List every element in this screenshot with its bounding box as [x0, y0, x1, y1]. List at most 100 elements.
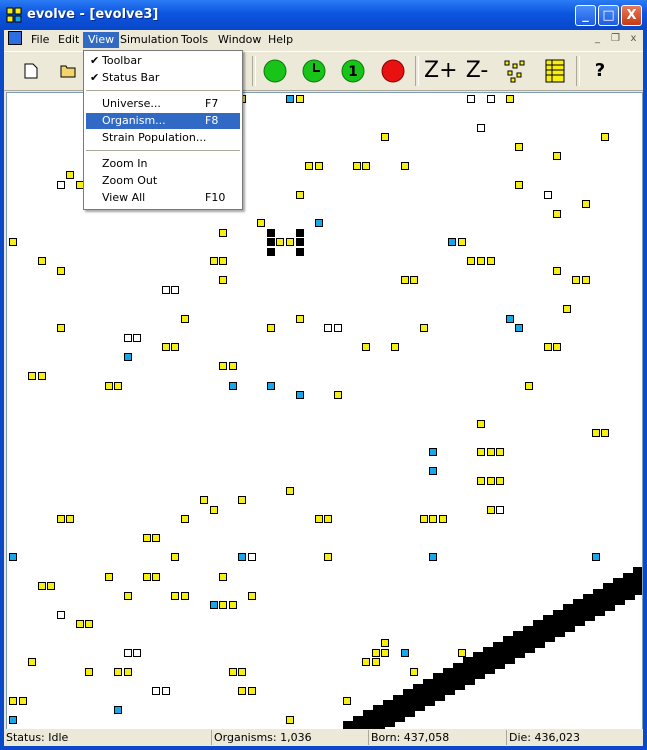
organism-cell[interactable] [582, 200, 590, 209]
menu-item-strain-population[interactable]: Strain Population... [86, 130, 240, 146]
organism-cell[interactable] [343, 696, 352, 705]
organism-cell[interactable] [161, 687, 170, 696]
organism-cell[interactable] [285, 715, 294, 724]
organism-cell[interactable] [56, 324, 65, 333]
timer-button[interactable] [301, 58, 327, 84]
organism-cell[interactable] [505, 95, 514, 103]
organism-cell[interactable] [314, 161, 323, 170]
open-button[interactable] [56, 58, 82, 84]
organism-cell[interactable] [467, 95, 476, 103]
organism-cell[interactable] [448, 238, 457, 247]
organism-cell[interactable] [371, 648, 380, 657]
organism-cell[interactable] [152, 534, 161, 543]
organism-cell[interactable] [295, 95, 304, 103]
organism-cell[interactable] [123, 668, 132, 676]
organism-cell[interactable] [476, 419, 485, 428]
organism-cell[interactable] [219, 276, 228, 285]
organism-cell[interactable] [85, 620, 94, 629]
help-button[interactable]: ? [587, 58, 613, 84]
organism-cell[interactable] [515, 324, 524, 333]
organism-cell[interactable] [496, 505, 505, 514]
organism-cell[interactable] [37, 371, 46, 380]
organism-cell[interactable] [381, 133, 390, 142]
organism-cell[interactable] [171, 591, 180, 600]
organism-cell[interactable] [572, 276, 581, 285]
organism-cell[interactable] [486, 95, 495, 103]
organism-cell[interactable] [209, 257, 218, 266]
organism-cell[interactable] [219, 257, 228, 266]
organism-cell[interactable] [228, 668, 237, 676]
organism-cell[interactable] [171, 553, 180, 562]
organism-cell[interactable] [410, 276, 419, 285]
organism-cell[interactable] [496, 477, 505, 485]
organism-cell[interactable] [362, 343, 371, 352]
organism-cell[interactable] [324, 553, 333, 562]
organism-cell[interactable] [601, 133, 610, 142]
organism-cell[interactable] [85, 668, 94, 676]
organism-cell[interactable] [238, 687, 247, 696]
document-icon[interactable] [8, 31, 22, 45]
organism-cell[interactable] [228, 381, 237, 390]
title-bar[interactable]: evolve - [evolve3] _ □ X [0, 0, 647, 30]
organism-cell[interactable] [457, 238, 466, 247]
organism-cell[interactable] [238, 668, 247, 676]
organism-cell[interactable] [9, 715, 17, 724]
organism-cell[interactable] [524, 381, 533, 390]
organism-cell[interactable] [219, 601, 228, 610]
organism-cell[interactable] [476, 477, 485, 485]
organism-cell[interactable] [476, 123, 485, 132]
organism-cell[interactable] [486, 448, 495, 457]
organism-cell[interactable] [104, 381, 113, 390]
organism-cell[interactable] [209, 601, 218, 610]
organism-cell[interactable] [429, 553, 438, 562]
organism-cell[interactable] [362, 161, 371, 170]
organism-cluster-segment[interactable] [633, 567, 642, 590]
organism-cell[interactable] [200, 496, 208, 505]
selected-organism-cell[interactable] [295, 228, 304, 237]
organism-cell[interactable] [333, 391, 342, 400]
organism-cell[interactable] [56, 610, 65, 619]
organism-cell[interactable] [324, 515, 333, 524]
menu-window[interactable]: Window [213, 32, 266, 48]
organism-cell[interactable] [285, 486, 294, 495]
new-button[interactable] [18, 58, 44, 84]
organism-cell[interactable] [601, 429, 610, 438]
organism-cell[interactable] [391, 343, 399, 352]
organism-cell[interactable] [9, 553, 17, 562]
organism-cell[interactable] [9, 696, 17, 705]
zoom-in-button[interactable]: Z+ [424, 58, 458, 84]
selected-organism-cell[interactable] [295, 238, 304, 247]
scatter-button[interactable] [502, 58, 528, 84]
selected-organism-cell[interactable] [266, 228, 275, 237]
menu-item-view-all[interactable]: View All F10 [86, 190, 240, 206]
organism-cell[interactable] [582, 276, 590, 285]
organism-cell[interactable] [553, 266, 562, 275]
menu-tools[interactable]: Tools [176, 32, 213, 48]
organism-cell[interactable] [429, 467, 438, 476]
organism-cell[interactable] [142, 534, 151, 543]
step-button[interactable]: 1 [340, 58, 366, 84]
organism-cell[interactable] [476, 448, 485, 457]
stop-button[interactable] [380, 58, 406, 84]
organism-cell[interactable] [553, 343, 562, 352]
organism-cell[interactable] [123, 352, 132, 361]
organism-cell[interactable] [219, 362, 228, 371]
organism-cell[interactable] [400, 648, 409, 657]
organism-cell[interactable] [419, 515, 428, 524]
organism-cell[interactable] [180, 314, 189, 323]
organism-cell[interactable] [219, 228, 228, 237]
organism-cell[interactable] [486, 257, 495, 266]
organism-cell[interactable] [133, 648, 142, 657]
organism-cell[interactable] [295, 314, 304, 323]
menu-item-status-bar[interactable]: ✔ Status Bar [86, 70, 240, 86]
organism-cell[interactable] [228, 362, 237, 371]
organism-cell[interactable] [114, 706, 123, 715]
organism-cell[interactable] [591, 429, 600, 438]
menu-item-zoom-in[interactable]: Zoom In [86, 156, 240, 172]
organism-cell[interactable] [486, 505, 495, 514]
organism-cell[interactable] [133, 333, 142, 342]
organism-cell[interactable] [285, 238, 294, 247]
organism-cell[interactable] [362, 658, 371, 667]
organism-cell[interactable] [123, 333, 132, 342]
organism-cell[interactable] [123, 648, 132, 657]
